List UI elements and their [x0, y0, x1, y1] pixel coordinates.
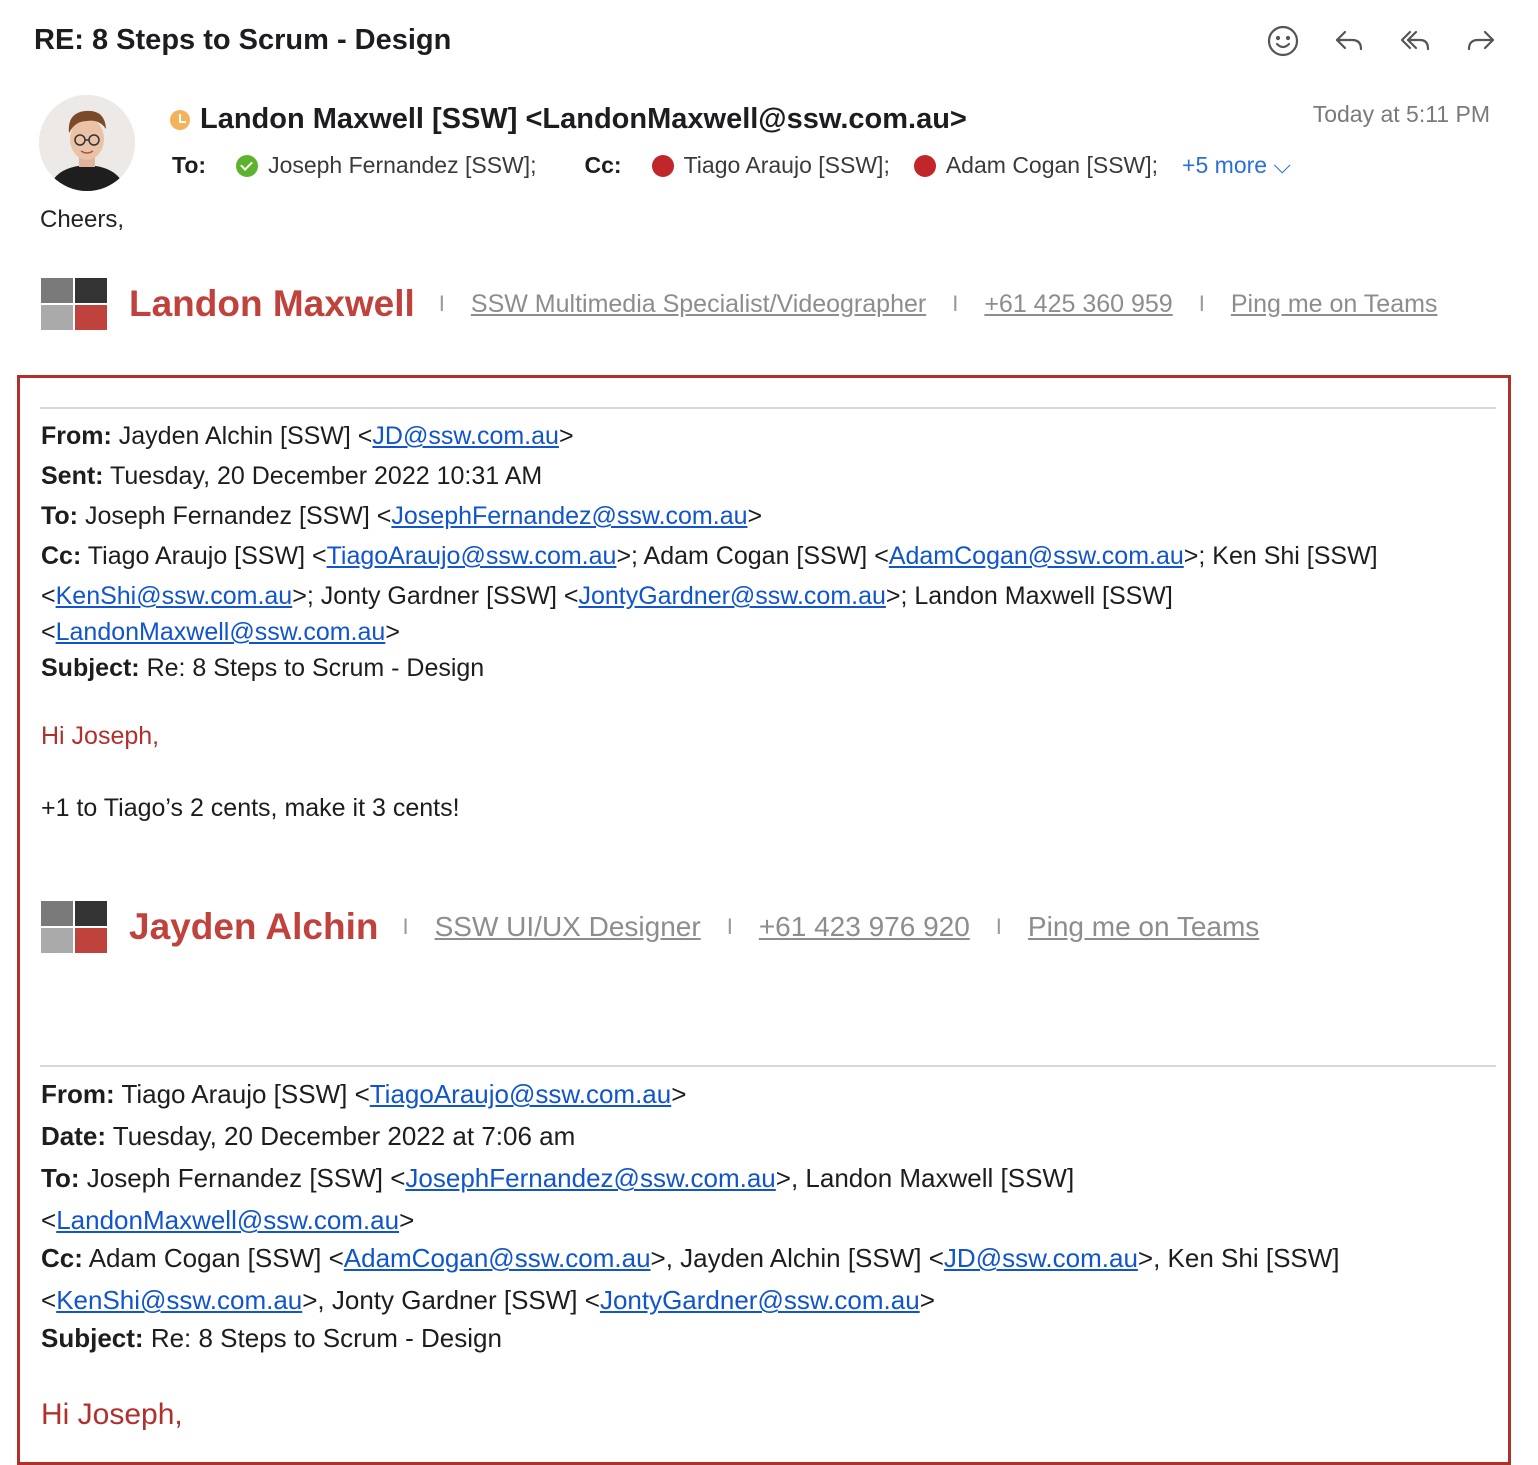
signature-separator: I: [402, 914, 409, 939]
quote1-cc-cont: <LandonMaxwell@ssw.com.au>: [41, 618, 400, 646]
quote2-cc: Cc: Adam Cogan [SSW] <AdamCogan@ssw.com.…: [41, 1243, 1340, 1273]
sender-avatar[interactable]: [39, 95, 135, 191]
email-link[interactable]: LandonMaxwell@ssw.com.au: [56, 1205, 399, 1235]
ssw-logo: [41, 901, 107, 953]
signature-separator: I: [952, 291, 959, 316]
email-subject: RE: 8 Steps to Scrum - Design: [34, 24, 452, 56]
signature-title-link[interactable]: SSW Multimedia Specialist/Videographer: [471, 290, 926, 319]
email-link[interactable]: JD@ssw.com.au: [944, 1243, 1138, 1273]
body-cheers: Cheers,: [40, 206, 125, 233]
quote2-to-cont: <LandonMaxwell@ssw.com.au>: [41, 1205, 415, 1235]
recipient-cc[interactable]: Adam Cogan [SSW];: [946, 152, 1158, 179]
signature-teams-link[interactable]: Ping me on Teams: [1028, 911, 1259, 943]
quote2-from: From: Tiago Araujo [SSW] <TiagoAraujo@ss…: [41, 1079, 687, 1109]
recipient-to[interactable]: Joseph Fernandez [SSW];: [268, 152, 536, 179]
more-recipients-button[interactable]: +5 more ⌵: [1182, 152, 1291, 179]
quote1-greeting: Hi Joseph,: [41, 722, 160, 750]
signature-teams-link[interactable]: Ping me on Teams: [1231, 290, 1438, 319]
email-link[interactable]: JD@ssw.com.au: [372, 422, 559, 450]
signature-separator: I: [438, 291, 445, 316]
signature-separator: I: [726, 914, 733, 939]
signature-landon: Landon Maxwell I SSW Multimedia Speciali…: [41, 278, 1463, 330]
message-timestamp: Today at 5:11 PM: [1312, 101, 1490, 127]
forward-icon[interactable]: [1462, 22, 1500, 60]
email-link[interactable]: JosephFernandez@ssw.com.au: [405, 1163, 775, 1193]
email-link[interactable]: TiagoAraujo@ssw.com.au: [370, 1079, 671, 1109]
quote2-greeting: Hi Joseph,: [41, 1398, 183, 1431]
quote2-subject: Subject: Re: 8 Steps to Scrum - Design: [41, 1323, 502, 1353]
signature-separator: I: [995, 914, 1002, 939]
signature-phone-link[interactable]: +61 423 976 920: [759, 911, 970, 943]
email-link[interactable]: LandonMaxwell@ssw.com.au: [56, 618, 386, 646]
ssw-logo: [41, 278, 107, 330]
reply-all-icon[interactable]: [1396, 22, 1434, 60]
quote2-to: To: Joseph Fernandez [SSW] <JosephFernan…: [41, 1163, 1075, 1193]
quote1-from: From: Jayden Alchin [SSW] <JD@ssw.com.au…: [41, 422, 574, 450]
divider: [40, 407, 1496, 409]
signature-separator: I: [1198, 291, 1205, 316]
quote1-cc-cont: <KenShi@ssw.com.au>; Jonty Gardner [SSW]…: [41, 582, 1173, 610]
quote2-date: Date: Tuesday, 20 December 2022 at 7:06 …: [41, 1121, 576, 1151]
message-toolbar: [1264, 22, 1500, 60]
recipients-row: To: Joseph Fernandez [SSW]; Cc: Tiago Ar…: [172, 152, 1291, 179]
divider: [40, 1065, 1496, 1067]
email-link[interactable]: KenShi@ssw.com.au: [56, 1285, 302, 1315]
email-link[interactable]: JosephFernandez@ssw.com.au: [391, 502, 747, 530]
sender-row: Landon Maxwell [SSW] <LandonMaxwell@ssw.…: [170, 103, 967, 136]
reply-icon[interactable]: [1330, 22, 1368, 60]
to-label: To:: [172, 152, 207, 178]
signature-phone-link[interactable]: +61 425 360 959: [984, 290, 1172, 319]
quote1-to: To: Joseph Fernandez [SSW] <JosephFernan…: [41, 502, 763, 530]
quote1-subject: Subject: Re: 8 Steps to Scrum - Design: [41, 654, 485, 682]
quoted-thread: From: Jayden Alchin [SSW] <JD@ssw.com.au…: [17, 375, 1511, 1465]
cc-label: Cc:: [584, 152, 622, 178]
email-link[interactable]: AdamCogan@ssw.com.au: [889, 542, 1184, 570]
recipient-cc[interactable]: Tiago Araujo [SSW];: [684, 152, 890, 179]
signature-title-link[interactable]: SSW UI/UX Designer: [435, 911, 701, 943]
presence-busy-icon: [913, 154, 936, 177]
email-link[interactable]: JontyGardner@ssw.com.au: [578, 582, 885, 610]
signature-jayden: Jayden Alchin I SSW UI/UX Designer I +61…: [41, 901, 1285, 953]
sender-name[interactable]: Landon Maxwell [SSW] <LandonMaxwell@ssw.…: [200, 103, 967, 136]
emoji-reaction-icon[interactable]: [1264, 22, 1302, 60]
quote1-text: +1 to Tiago’s 2 cents, make it 3 cents!: [41, 794, 460, 822]
presence-busy-icon: [651, 154, 674, 177]
quote2-cc-cont: <KenShi@ssw.com.au>, Jonty Gardner [SSW]…: [41, 1285, 935, 1315]
presence-available-icon: [236, 154, 259, 177]
email-link[interactable]: TiagoAraujo@ssw.com.au: [327, 542, 617, 570]
quote1-sent: Sent: Tuesday, 20 December 2022 10:31 AM: [41, 462, 543, 490]
email-link[interactable]: KenShi@ssw.com.au: [56, 582, 293, 610]
quote1-cc: Cc: Tiago Araujo [SSW] <TiagoAraujo@ssw.…: [41, 542, 1378, 570]
email-link[interactable]: JontyGardner@ssw.com.au: [600, 1285, 920, 1315]
signature-name: Landon Maxwell: [129, 283, 415, 324]
signature-name: Jayden Alchin: [129, 906, 379, 947]
presence-away-icon: [170, 109, 190, 130]
email-link[interactable]: AdamCogan@ssw.com.au: [344, 1243, 651, 1273]
